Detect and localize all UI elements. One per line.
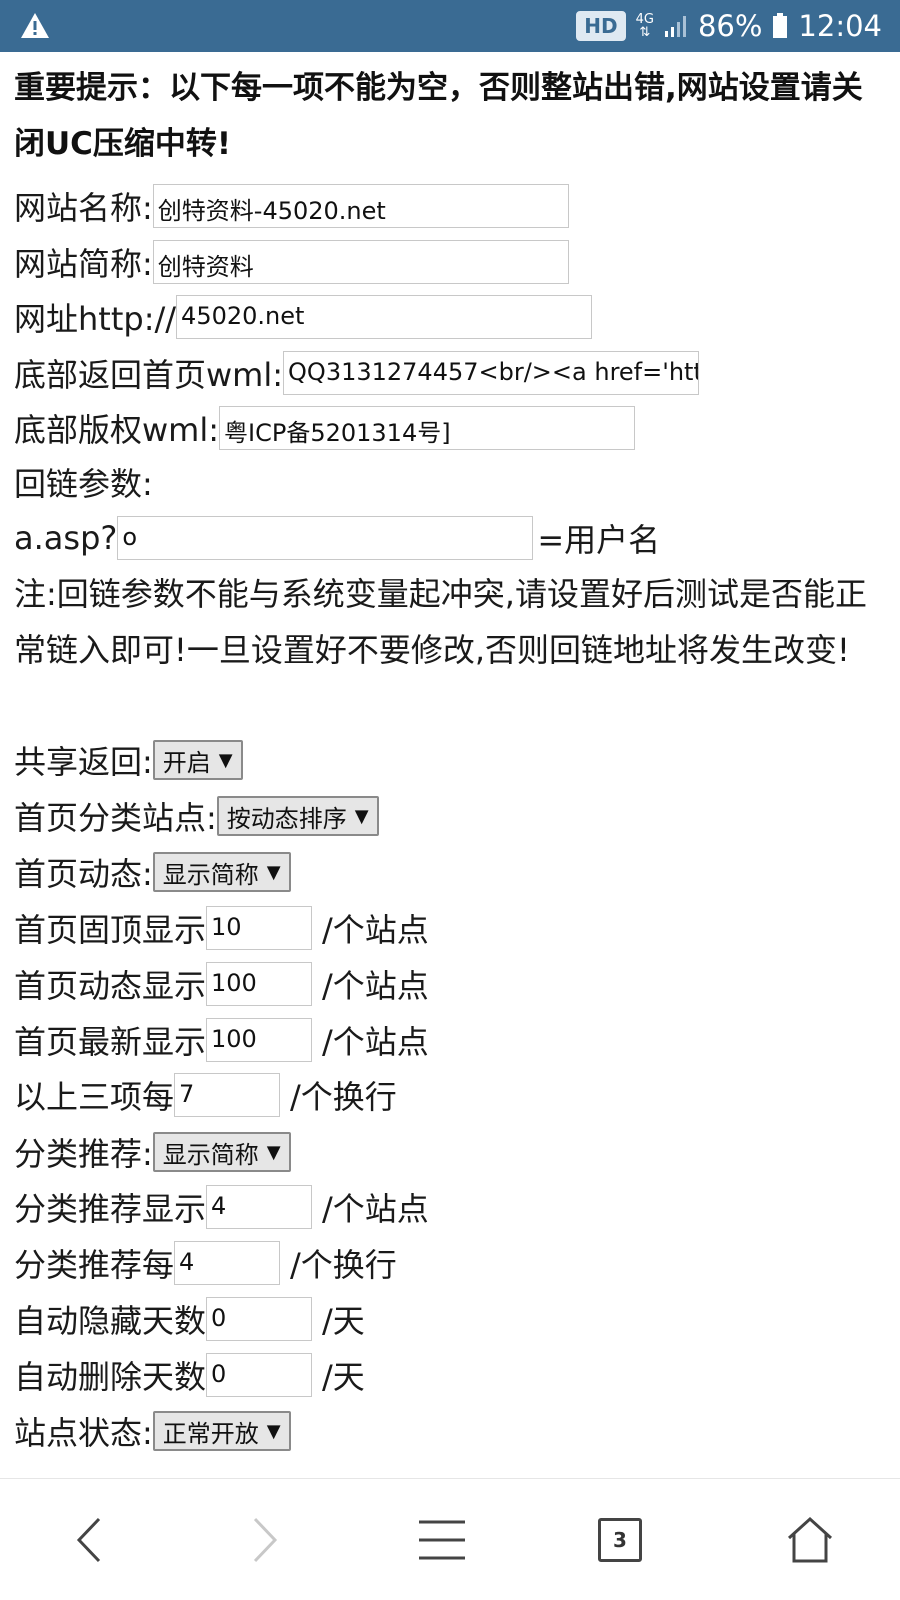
- recommend-per-line-input[interactable]: 4: [174, 1241, 281, 1285]
- url-input[interactable]: 45020.net: [176, 295, 593, 339]
- forward-icon: [253, 1517, 278, 1563]
- site-short-label: 网站简称:: [14, 245, 153, 283]
- dynamic-display-input[interactable]: 100: [206, 962, 313, 1006]
- backlink-title: 回链参数:: [14, 465, 153, 503]
- warning-icon: [21, 13, 49, 38]
- footer-copyright-row: 底部版权wml: 粤ICP备5201314号]: [14, 402, 636, 454]
- dropdown-arrow-icon: ▼: [218, 749, 233, 771]
- latest-display-label: 首页最新显示: [14, 1023, 207, 1061]
- auto-hide-suffix: /天: [322, 1302, 365, 1340]
- per-line-label: 以上三项每: [14, 1078, 175, 1116]
- top-display-input[interactable]: 10: [206, 906, 313, 950]
- latest-display-row: 首页最新显示 100 /个站点: [14, 1014, 429, 1066]
- latest-display-suffix: /个站点: [322, 1023, 429, 1061]
- site-short-input[interactable]: 创特资料: [152, 240, 569, 284]
- home-button[interactable]: [760, 1479, 860, 1600]
- home-dynamic-row: 首页动态: 显示简称 ▼: [14, 846, 291, 898]
- category-recommend-select[interactable]: 显示简称 ▼: [152, 1132, 291, 1172]
- share-return-label: 共享返回:: [14, 743, 153, 781]
- home-category-sites-row: 首页分类站点: 按动态排序 ▼: [14, 790, 379, 842]
- hd-badge: HD: [576, 11, 626, 41]
- dropdown-arrow-icon: ▼: [266, 1420, 281, 1442]
- signal-icon: [664, 16, 686, 37]
- site-short-row: 网站简称: 创特资料: [14, 236, 569, 288]
- top-display-label: 首页固顶显示: [14, 911, 207, 949]
- recommend-display-input[interactable]: 4: [206, 1185, 313, 1229]
- category-recommend-label: 分类推荐:: [14, 1135, 153, 1173]
- site-name-input[interactable]: 创特资料-45020.net: [152, 184, 569, 228]
- recommend-display-label: 分类推荐显示: [14, 1190, 207, 1228]
- home-category-sites-select[interactable]: 按动态排序 ▼: [216, 796, 379, 836]
- auto-delete-input[interactable]: 0: [206, 1353, 313, 1397]
- forward-button[interactable]: [216, 1479, 316, 1600]
- clock: 12:04: [798, 9, 882, 43]
- backlink-suffix: =用户名: [537, 521, 661, 559]
- auto-hide-input[interactable]: 0: [206, 1297, 313, 1341]
- auto-delete-label: 自动删除天数: [14, 1358, 207, 1396]
- backlink-row: a.asp? o =用户名: [14, 512, 660, 564]
- tabs-icon: 3: [598, 1518, 642, 1562]
- home-category-sites-label: 首页分类站点:: [14, 799, 217, 837]
- backlink-title-row: 回链参数:: [14, 456, 153, 508]
- recommend-per-line-label: 分类推荐每: [14, 1246, 175, 1284]
- url-label: 网址http://: [14, 300, 177, 338]
- menu-button[interactable]: [392, 1479, 492, 1600]
- dynamic-display-suffix: /个站点: [322, 967, 429, 1005]
- dynamic-display-label: 首页动态显示: [14, 967, 207, 1005]
- home-dynamic-label: 首页动态:: [14, 855, 153, 893]
- menu-icon: [419, 1520, 465, 1560]
- auto-hide-row: 自动隐藏天数 0 /天: [14, 1293, 365, 1345]
- auto-delete-row: 自动删除天数 0 /天: [14, 1349, 365, 1401]
- back-button[interactable]: [38, 1479, 138, 1600]
- important-notice: 重要提示：以下每一项不能为空，否则整站出错,网站设置请关闭UC压缩中转!: [14, 70, 863, 162]
- tabs-button[interactable]: 3: [570, 1479, 670, 1600]
- url-row: 网址http:// 45020.net: [14, 291, 593, 343]
- footer-home-row: 底部返回首页wml: QQ3131274457<br/><a href='htt…: [14, 347, 700, 399]
- browser-nav-bar: 3: [0, 1478, 900, 1600]
- battery-icon: [773, 13, 788, 38]
- share-return-row: 共享返回: 开启 ▼: [14, 734, 243, 786]
- recommend-display-suffix: /个站点: [322, 1190, 429, 1228]
- top-display-suffix: /个站点: [322, 911, 429, 949]
- footer-home-input[interactable]: QQ3131274457<br/><a href='http: [283, 351, 700, 395]
- dropdown-arrow-icon: ▼: [266, 861, 281, 883]
- home-dynamic-select[interactable]: 显示简称 ▼: [152, 852, 291, 892]
- category-recommend-row: 分类推荐: 显示简称 ▼: [14, 1126, 291, 1178]
- site-status-label: 站点状态:: [14, 1414, 153, 1452]
- site-name-label: 网站名称:: [14, 189, 153, 227]
- per-line-row: 以上三项每 7 /个换行: [14, 1069, 397, 1121]
- footer-home-label: 底部返回首页wml:: [14, 356, 284, 394]
- back-icon: [76, 1517, 101, 1563]
- footer-copyright-input[interactable]: 粤ICP备5201314号]: [219, 406, 636, 450]
- latest-display-input[interactable]: 100: [206, 1018, 313, 1062]
- dropdown-arrow-icon: ▼: [266, 1141, 281, 1163]
- battery-percent: 86%: [697, 9, 763, 43]
- status-bar: HD 4G ⇅ 86% 12:04: [0, 0, 900, 52]
- top-display-row: 首页固顶显示 10 /个站点: [14, 902, 429, 954]
- per-line-suffix: /个换行: [290, 1078, 397, 1116]
- dropdown-arrow-icon: ▼: [354, 805, 369, 827]
- site-name-row: 网站名称: 创特资料-45020.net: [14, 180, 569, 232]
- share-return-select[interactable]: 开启 ▼: [152, 740, 243, 780]
- dynamic-display-row: 首页动态显示 100 /个站点: [14, 958, 429, 1010]
- site-status-row: 站点状态: 正常开放 ▼: [14, 1405, 291, 1457]
- backlink-label: a.asp?: [14, 519, 118, 557]
- recommend-per-line-row: 分类推荐每 4 /个换行: [14, 1237, 397, 1289]
- backlink-input[interactable]: o: [117, 516, 534, 560]
- recommend-per-line-suffix: /个换行: [290, 1246, 397, 1284]
- network-type: 4G ⇅: [635, 12, 654, 40]
- per-line-input[interactable]: 7: [174, 1073, 281, 1117]
- home-icon: [787, 1516, 833, 1563]
- auto-delete-suffix: /天: [322, 1358, 365, 1396]
- auto-hide-label: 自动隐藏天数: [14, 1302, 207, 1340]
- backlink-note: 注:回链参数不能与系统变量起冲突,请设置好后测试是否能正常链入即可!一旦设置好不…: [14, 575, 867, 669]
- settings-content: 重要提示：以下每一项不能为空，否则整站出错,网站设置请关闭UC压缩中转!: [14, 60, 886, 172]
- site-status-select[interactable]: 正常开放 ▼: [152, 1411, 291, 1451]
- footer-copyright-label: 底部版权wml:: [14, 411, 220, 449]
- recommend-display-row: 分类推荐显示 4 /个站点: [14, 1181, 429, 1233]
